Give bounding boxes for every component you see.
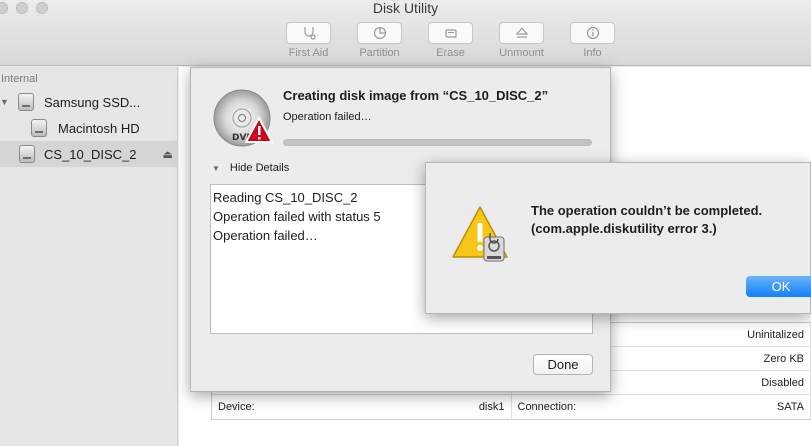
info-label: Connection: [517,401,577,413]
unmount-button[interactable]: Unmount [486,22,557,60]
disclosure-triangle-icon[interactable]: ▼ [0,97,10,107]
sidebar: Internal ▼ Samsung SSD... Macintosh HD C… [0,67,178,446]
volume-icon [31,119,47,137]
sidebar-item-cs-10-disc-2[interactable]: CS_10_DISC_2 ⏏ [0,141,178,167]
alert-message: The operation couldn’t be completed. (co… [531,202,762,238]
sidebar-item-macintosh-hd[interactable]: Macintosh HD [0,115,178,141]
progress-bar [283,139,592,146]
info-row: Device: disk1 Connection: SATA [212,395,811,419]
info-cell-connection: Connection: SATA [512,395,811,419]
info-value: SATA [776,401,804,413]
toolbar: First Aid Partition Erase Unmount Info [273,22,628,60]
sidebar-section-internal: Internal [1,73,38,85]
erase-label: Erase [436,47,465,59]
info-icon [570,22,615,44]
info-value: disk1 [478,401,505,413]
disclosure-triangle-icon: ▼ [212,163,220,173]
info-label: Device: [218,401,255,413]
first-aid-button[interactable]: First Aid [273,22,344,60]
info-cell-device: Device: disk1 [212,395,512,419]
eject-icon [499,22,544,44]
internal-disk-icon [18,93,34,111]
hide-details-label: Hide Details [229,162,290,174]
alert-message-line: (com.apple.diskutility error 3.) [531,221,717,236]
info-label: Info [583,47,602,59]
sheet-title: Creating disk image from “CS_10_DISC_2” [283,88,549,103]
sidebar-item-label: CS_10_DISC_2 [44,146,137,162]
eraser-icon [428,22,473,44]
info-button[interactable]: Info [557,22,628,60]
info-value: Disabled [761,376,804,389]
window-titlebar: Disk Utility First Aid Partition Erase U… [0,0,811,66]
first-aid-label: First Aid [288,47,329,59]
disc-volume-icon [19,145,35,163]
pie-partition-icon [357,22,402,44]
progress-fill [284,140,591,145]
erase-button[interactable]: Erase [415,22,486,60]
hide-details-toggle[interactable]: ▼ Hide Details [212,162,289,174]
sidebar-item-label: Macintosh HD [58,120,140,136]
error-alert: The operation couldn’t be completed. (co… [425,162,811,314]
sheet-status: Operation failed… [283,111,372,123]
ok-button[interactable]: OK [746,276,811,297]
eject-icon[interactable]: ⏏ [163,148,173,161]
info-value: Uninitalized [747,328,804,341]
sidebar-item-samsung-ssd[interactable]: ▼ Samsung SSD... [0,89,178,115]
dvd-disc-icon: DVD [212,88,276,152]
warning-icon [450,203,514,267]
unmount-label: Unmount [499,47,544,59]
sidebar-item-label: Samsung SSD... [44,94,141,110]
alert-message-line: The operation couldn’t be completed. [531,203,763,218]
info-value: Zero KB [763,352,804,365]
stethoscope-icon [286,22,331,44]
done-button[interactable]: Done [533,354,593,375]
partition-label: Partition [359,47,400,59]
partition-button[interactable]: Partition [344,22,415,60]
window-title: Disk Utility [372,0,439,16]
